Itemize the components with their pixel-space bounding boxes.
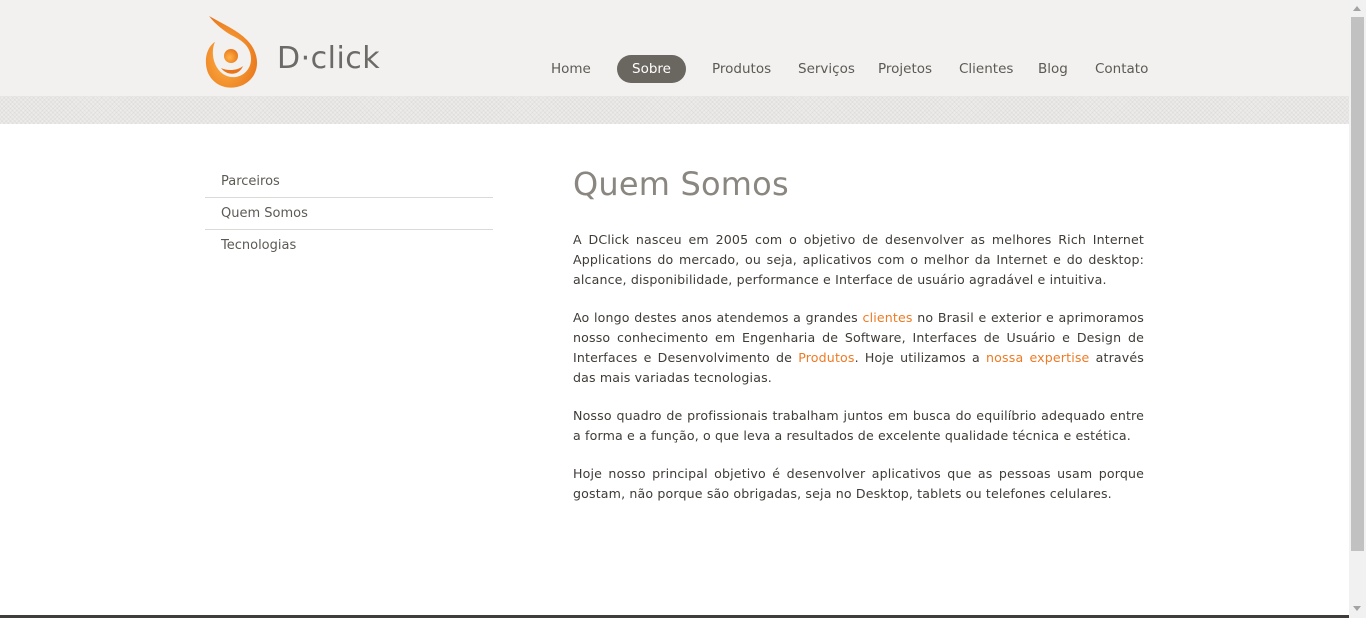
- link-clientes[interactable]: clientes: [863, 310, 913, 325]
- dclick-swirl-logo-icon: [205, 16, 258, 88]
- nav-clientes[interactable]: Clientes: [959, 55, 1013, 83]
- scroll-down-arrow-icon[interactable]: [1353, 606, 1361, 611]
- paragraph-text: . Hoje utilizamos a: [854, 350, 987, 365]
- paragraph-team: Nosso quadro de profissionais trabalham …: [573, 408, 1144, 443]
- logo-wordmark: D·click: [277, 41, 381, 76]
- sidebar-item-parceiros[interactable]: Parceiros: [205, 166, 493, 198]
- scrollbar-thumb[interactable]: [1351, 17, 1364, 551]
- vertical-scrollbar[interactable]: [1349, 0, 1366, 618]
- main-content: Quem Somos A DClick nasceu em 2005 com o…: [573, 164, 1144, 504]
- link-produtos[interactable]: Produtos: [798, 350, 854, 365]
- nav-contato[interactable]: Contato: [1095, 55, 1148, 83]
- paragraph-intro: A DClick nasceu em 2005 com o objetivo d…: [573, 232, 1144, 287]
- nav-servicos[interactable]: Serviços: [798, 55, 855, 83]
- link-nossa-expertise[interactable]: nossa expertise: [986, 350, 1089, 365]
- page-title: Quem Somos: [573, 165, 789, 203]
- paragraph-text: Ao longo destes anos atendemos a grandes: [573, 310, 863, 325]
- scroll-up-arrow-icon[interactable]: [1353, 6, 1361, 11]
- sidebar-item-quem-somos[interactable]: Quem Somos: [205, 198, 493, 230]
- paragraph-goal: Hoje nosso principal objetivo é desenvol…: [573, 466, 1144, 501]
- nav-blog[interactable]: Blog: [1038, 55, 1068, 83]
- nav-projetos[interactable]: Projetos: [878, 55, 932, 83]
- sidebar-menu: Parceiros Quem Somos Tecnologias: [205, 166, 493, 261]
- nav-home[interactable]: Home: [551, 55, 591, 83]
- paragraph-history: Ao longo destes anos atendemos a grandes…: [573, 308, 1144, 388]
- sidebar-item-tecnologias[interactable]: Tecnologias: [205, 230, 493, 261]
- site-logo[interactable]: D·click: [203, 14, 393, 90]
- nav-produtos[interactable]: Produtos: [712, 55, 771, 83]
- header-pattern-stripe: [0, 96, 1349, 124]
- nav-sobre[interactable]: Sobre: [617, 55, 686, 83]
